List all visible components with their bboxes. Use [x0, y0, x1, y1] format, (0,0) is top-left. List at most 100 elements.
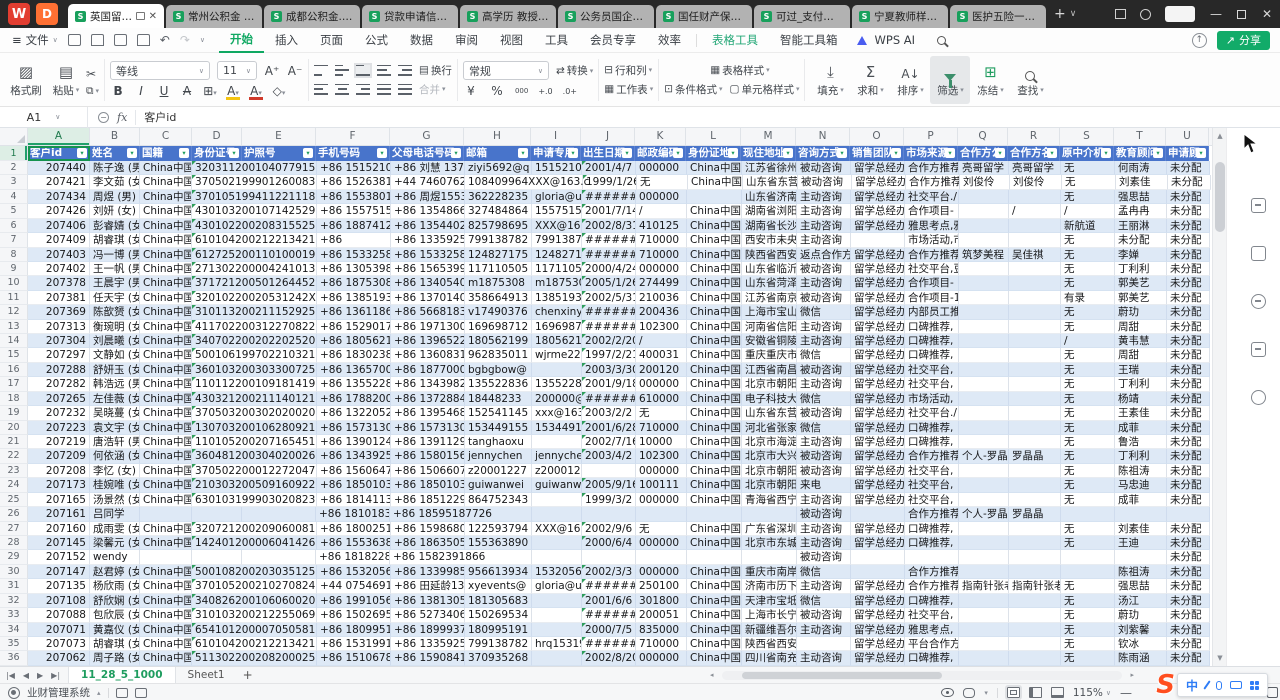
cell[interactable]: 135522836	[465, 377, 532, 391]
cell[interactable]: 主动咨询	[797, 233, 851, 247]
scroll-left-icon[interactable]: ◂	[710, 671, 714, 680]
cell[interactable]: 2002/8/20	[582, 651, 636, 665]
bold-button[interactable]: B	[110, 84, 126, 98]
table-header-cell-C[interactable]: 国籍▾	[140, 146, 192, 161]
cell[interactable]: 360481200304020026	[192, 449, 317, 463]
cell[interactable]: 梁馨元 (女	[90, 536, 140, 550]
cell[interactable]	[532, 435, 582, 449]
outline-icon[interactable]	[135, 688, 147, 698]
cell[interactable]	[1009, 392, 1061, 406]
filter-dropdown-icon[interactable]: ▾	[783, 148, 793, 158]
cell[interactable]: 710000	[636, 248, 687, 262]
page-layout-view-icon[interactable]	[1029, 687, 1042, 698]
cell[interactable]: 207219	[28, 435, 90, 449]
cell[interactable]: 口碑推荐,	[905, 348, 959, 362]
cell[interactable]: 207378	[28, 276, 90, 290]
cell[interactable]: 207440	[28, 161, 90, 175]
row-header-13[interactable]: 13	[0, 320, 28, 334]
cell[interactable]: 新航道	[1061, 219, 1115, 233]
cell[interactable]: 孟冉冉	[1115, 204, 1167, 218]
cell[interactable]: 18448233	[465, 392, 532, 406]
cell[interactable]: China中国	[140, 449, 192, 463]
cell[interactable]: 100111	[636, 478, 687, 492]
cell[interactable]	[1061, 565, 1115, 579]
cell[interactable]: 吴晓蔓 (女	[90, 406, 140, 420]
cell[interactable]: 无	[1061, 579, 1115, 593]
cell[interactable]: 留学总经办	[851, 478, 905, 492]
cell[interactable]: 主动咨询	[797, 522, 851, 536]
cell[interactable]: +86 1582391866	[390, 550, 532, 564]
cell[interactable]: z20001227	[465, 464, 532, 478]
vertical-scroll-thumb[interactable]	[1215, 162, 1225, 232]
cell[interactable]: 102300	[636, 449, 687, 463]
cell[interactable]: +86 18501030	[317, 478, 391, 492]
row-header-25[interactable]: 25	[0, 493, 28, 507]
cell[interactable]: +86 1590841990	[391, 651, 465, 665]
smart-lookup-icon[interactable]: −	[98, 112, 109, 123]
cell[interactable]: 2003/3/30	[582, 363, 636, 377]
cell[interactable]: 430103200107142529	[192, 204, 317, 218]
cell[interactable]: 962835011	[465, 348, 532, 362]
cell[interactable]: 刘妍 (女)	[90, 204, 140, 218]
cell[interactable]	[1009, 565, 1061, 579]
cell[interactable]: #########	[582, 392, 636, 406]
table-header-cell-H[interactable]: 邮箱▾	[464, 146, 531, 161]
cell[interactable]: 北京市大兴	[742, 449, 797, 463]
save-icon[interactable]	[68, 34, 81, 46]
filter-dropdown-icon[interactable]: ▾	[127, 148, 137, 158]
cell[interactable]	[1009, 363, 1061, 377]
cell[interactable]: 327484864	[465, 204, 532, 218]
cell[interactable]: 207165	[28, 493, 90, 507]
cell[interactable]	[959, 233, 1009, 247]
cell[interactable]: 无	[1061, 435, 1115, 449]
cell[interactable]: China中国	[140, 421, 192, 435]
cell[interactable]: 207071	[28, 623, 90, 637]
system-label[interactable]: 业财管理系统	[27, 685, 90, 700]
cell[interactable]: 主动咨询	[797, 579, 851, 593]
filter-dropdown-icon[interactable]: ▾	[568, 148, 578, 158]
cell[interactable]: 留学总经办	[851, 190, 905, 204]
font-color-button[interactable]: A▾	[248, 84, 264, 98]
cell[interactable]: 124827175	[465, 248, 532, 262]
table-header-cell-O[interactable]: 销售团队▾	[850, 146, 904, 161]
cell[interactable]: 250100	[636, 579, 687, 593]
cell[interactable]: 留学总经办	[851, 435, 905, 449]
cell[interactable]: 何依涵 (女	[90, 449, 140, 463]
cell[interactable]: /	[1061, 204, 1115, 218]
cell[interactable]: 安徽省铜陵	[742, 334, 797, 348]
cell[interactable]: 无	[1061, 478, 1115, 492]
cell[interactable]: 广东省深圳	[742, 522, 797, 536]
cell[interactable]: 274499	[636, 276, 687, 290]
cell[interactable]: 留学总经办	[851, 219, 905, 233]
cell[interactable]: 155751588	[532, 204, 582, 218]
row-header-20[interactable]: 20	[0, 421, 28, 435]
cell[interactable]: 000000	[636, 377, 687, 391]
wps-logo-icon[interactable]: W	[8, 3, 30, 25]
filter-dropdown-icon[interactable]: ▾	[1047, 148, 1057, 158]
cell[interactable]: China中国	[687, 348, 742, 362]
convert-button[interactable]: ⇄ 转换▾	[556, 63, 593, 78]
cell[interactable]: guiwanwei	[532, 478, 582, 492]
cell[interactable]: 微信	[797, 565, 851, 579]
cell[interactable]: +86 1565399710	[391, 262, 465, 276]
table-header-cell-G[interactable]: 父母电话号码▾	[390, 146, 464, 161]
cell[interactable]	[959, 348, 1009, 362]
cell[interactable]: China中国	[140, 392, 192, 406]
cell[interactable]: m1875308	[532, 276, 582, 290]
system-caret-icon[interactable]: ▴	[97, 689, 101, 697]
cell[interactable]: 152541145	[465, 406, 532, 420]
cell[interactable]: 612725200110100019	[192, 248, 317, 262]
cell[interactable]: 无	[1061, 637, 1115, 651]
cell[interactable]: 411702200312270822	[192, 320, 317, 334]
cell[interactable]: 207313	[28, 320, 90, 334]
cell[interactable]: 2000/4/24	[582, 262, 636, 276]
cell[interactable]: +86 18595187726	[390, 507, 532, 521]
filter-dropdown-icon[interactable]: ▾	[518, 148, 528, 158]
row-header-1[interactable]: 1	[0, 146, 28, 161]
undo-icon[interactable]: ↶	[160, 33, 170, 47]
cell[interactable]: +86 1391129694	[391, 435, 465, 449]
cell[interactable]: +86 1533258500	[391, 248, 465, 262]
cell[interactable]: 169698712	[465, 320, 532, 334]
cell[interactable]: 刘紫馨	[1115, 623, 1167, 637]
cell[interactable]	[851, 550, 905, 564]
